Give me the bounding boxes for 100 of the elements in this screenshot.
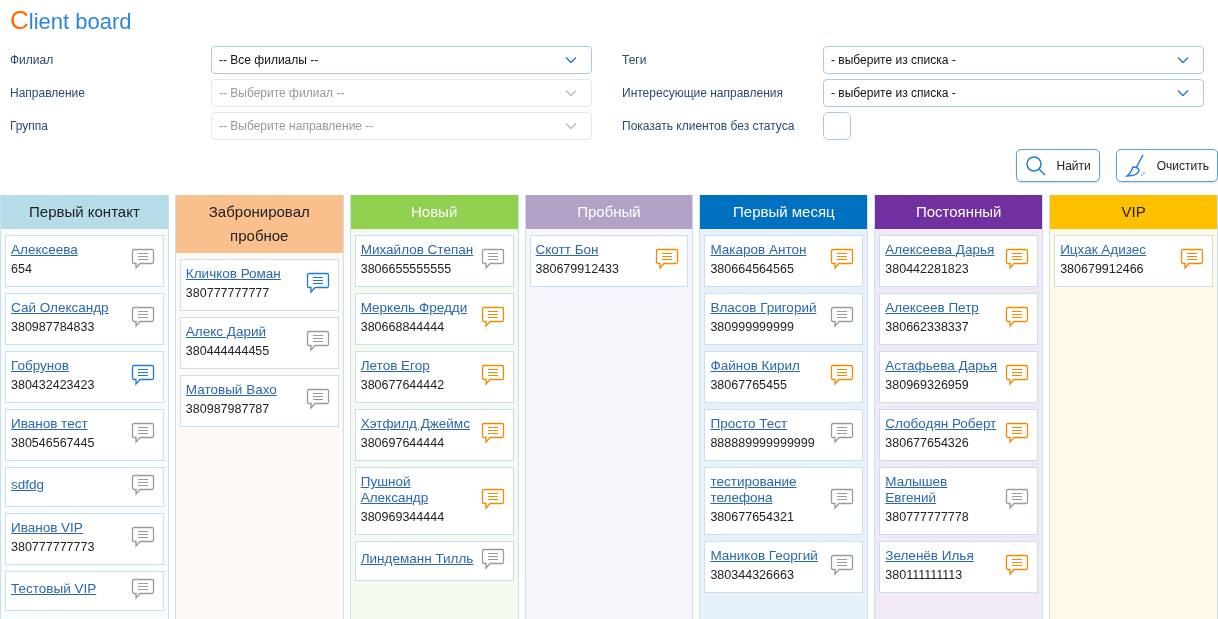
comment-icon[interactable]: [305, 272, 330, 294]
comment-icon[interactable]: [480, 488, 505, 510]
field-label: Теги: [622, 52, 648, 68]
column-header: Забронировал пробное: [175, 195, 343, 253]
comment-icon[interactable]: [830, 488, 855, 510]
phone-number: 380679912466: [1060, 262, 1145, 276]
chevron-icon: [565, 89, 577, 97]
client-name-link[interactable]: Тестовый VIP: [11, 581, 97, 597]
checkbox[interactable]: [823, 112, 851, 140]
phone-number: 380442281823: [885, 262, 970, 276]
phone-number: 380677654326: [885, 436, 970, 450]
search-icon: [1024, 154, 1047, 177]
field-label: Интересующие направления: [622, 85, 784, 101]
client-name-link[interactable]: Иванов тест: [11, 416, 95, 432]
comment-icon[interactable]: [830, 248, 855, 270]
phone-number: 888889999999999: [710, 436, 815, 450]
phone-number: 380999999999: [710, 320, 795, 334]
client-name-link[interactable]: Просто Тест: [710, 416, 815, 432]
chevron-icon: [1177, 56, 1189, 64]
comment-icon[interactable]: [480, 548, 505, 570]
comment-icon[interactable]: [130, 364, 155, 386]
dropdown[interactable]: - выберите из списка -: [823, 79, 1204, 107]
comment-icon[interactable]: [830, 364, 855, 386]
phone-number: 380697644444: [360, 436, 446, 450]
client-name-link[interactable]: Линдеманн Тилль: [360, 551, 474, 567]
phone-number: 380777777778: [885, 510, 970, 524]
phone-number: 380679912433: [535, 262, 619, 276]
comment-icon[interactable]: [1180, 248, 1204, 270]
client-name-link[interactable]: Хэтфилд Джеймс: [360, 416, 470, 432]
client-name-link[interactable]: sdfdg: [11, 477, 45, 493]
comment-icon[interactable]: [130, 248, 155, 270]
client-name-link[interactable]: Власов Григорий: [710, 300, 817, 316]
comment-icon[interactable]: [130, 306, 155, 328]
page-title: Client board: [10, 6, 133, 36]
client-name-link[interactable]: Астафьева Дарья: [885, 358, 997, 374]
field-label: Показать клиентов без статуса: [622, 118, 796, 134]
comment-icon[interactable]: [305, 330, 330, 352]
dropdown[interactable]: -- Все филиалы --: [211, 46, 592, 74]
client-name-link[interactable]: Летов Егор: [360, 358, 445, 374]
client-name-link[interactable]: Макаров Антон: [710, 242, 807, 258]
comment-icon[interactable]: [1005, 554, 1030, 576]
comment-icon[interactable]: [830, 422, 855, 444]
field-label: Направление: [10, 85, 86, 101]
comment-icon[interactable]: [480, 306, 505, 328]
client-name-link[interactable]: Иванов VIP: [11, 520, 95, 536]
client-name-link[interactable]: Слободян Роберт: [885, 416, 997, 432]
client-name-link[interactable]: Кличков Роман: [185, 266, 281, 282]
client-name-link[interactable]: Гобрунов: [11, 358, 95, 374]
client-name-link[interactable]: тестирование телефона: [710, 474, 825, 506]
comment-icon[interactable]: [130, 526, 155, 548]
phone-number: 38067765455: [710, 378, 788, 392]
phone-number: 3806655555555: [360, 262, 453, 276]
client-name-link[interactable]: Зеленёв Илья: [885, 548, 974, 564]
phone-number: 380677654321: [710, 510, 795, 524]
phone-number: 380432423423: [11, 378, 95, 392]
broom-icon: [1124, 153, 1147, 178]
comment-icon[interactable]: [1005, 248, 1030, 270]
client-name-link[interactable]: Ицхак Адизес: [1060, 242, 1147, 258]
phone-number: 654: [11, 262, 33, 276]
comment-icon[interactable]: [1005, 306, 1030, 328]
client-name-link[interactable]: Алекс Дарий: [185, 324, 270, 340]
client-name-link[interactable]: Алексеева: [11, 242, 78, 258]
client-name-link[interactable]: Пушной Александр: [360, 474, 475, 506]
comment-icon[interactable]: [1005, 488, 1030, 510]
search-button[interactable]: Найти: [1015, 149, 1100, 182]
clear-button[interactable]: Очистить: [1115, 149, 1218, 182]
phone-number: 380111111113: [885, 568, 964, 582]
client-name-link[interactable]: Алексеев Петр: [885, 300, 979, 316]
client-name-link[interactable]: Михайлов Степан: [360, 242, 474, 258]
client-name-link[interactable]: Матовый Вахо: [185, 382, 277, 398]
client-name-link[interactable]: Малышев Евгений: [885, 474, 1000, 506]
client-name-link[interactable]: Скотт Бон: [535, 242, 619, 258]
comment-icon[interactable]: [130, 474, 155, 496]
comment-icon[interactable]: [655, 248, 680, 270]
phone-number: 380662338337: [885, 320, 970, 334]
phone-number: 380987987787: [185, 402, 271, 416]
comment-icon[interactable]: [305, 388, 330, 410]
comment-icon[interactable]: [480, 422, 505, 444]
phone-number: 380668844444: [360, 320, 446, 334]
comment-icon[interactable]: [830, 306, 855, 328]
client-name-link[interactable]: Алексеева Дарья: [885, 242, 995, 258]
phone-number: 380344326663: [710, 568, 795, 582]
client-name-link[interactable]: Меркель Фредди: [360, 300, 468, 316]
comment-icon[interactable]: [480, 364, 505, 386]
client-name-link[interactable]: Маников Георгий: [710, 548, 818, 564]
chevron-icon: [565, 56, 577, 64]
comment-icon[interactable]: [480, 248, 505, 270]
comment-icon[interactable]: [1005, 364, 1030, 386]
client-name-link[interactable]: Файнов Кирил: [710, 358, 800, 374]
chevron-icon: [1177, 89, 1189, 97]
phone-number: 380777777777: [185, 286, 271, 300]
comment-icon[interactable]: [130, 578, 155, 600]
comment-icon[interactable]: [130, 422, 155, 444]
client-name-link[interactable]: Сай Олександр: [11, 300, 109, 316]
dropdown[interactable]: - выберите из списка -: [823, 46, 1204, 74]
comment-icon[interactable]: [1005, 422, 1030, 444]
field-label: Группа: [10, 118, 50, 134]
comment-icon[interactable]: [830, 554, 855, 576]
column-header: VIP: [1050, 195, 1217, 229]
phone-number: 380546567445: [11, 436, 95, 450]
